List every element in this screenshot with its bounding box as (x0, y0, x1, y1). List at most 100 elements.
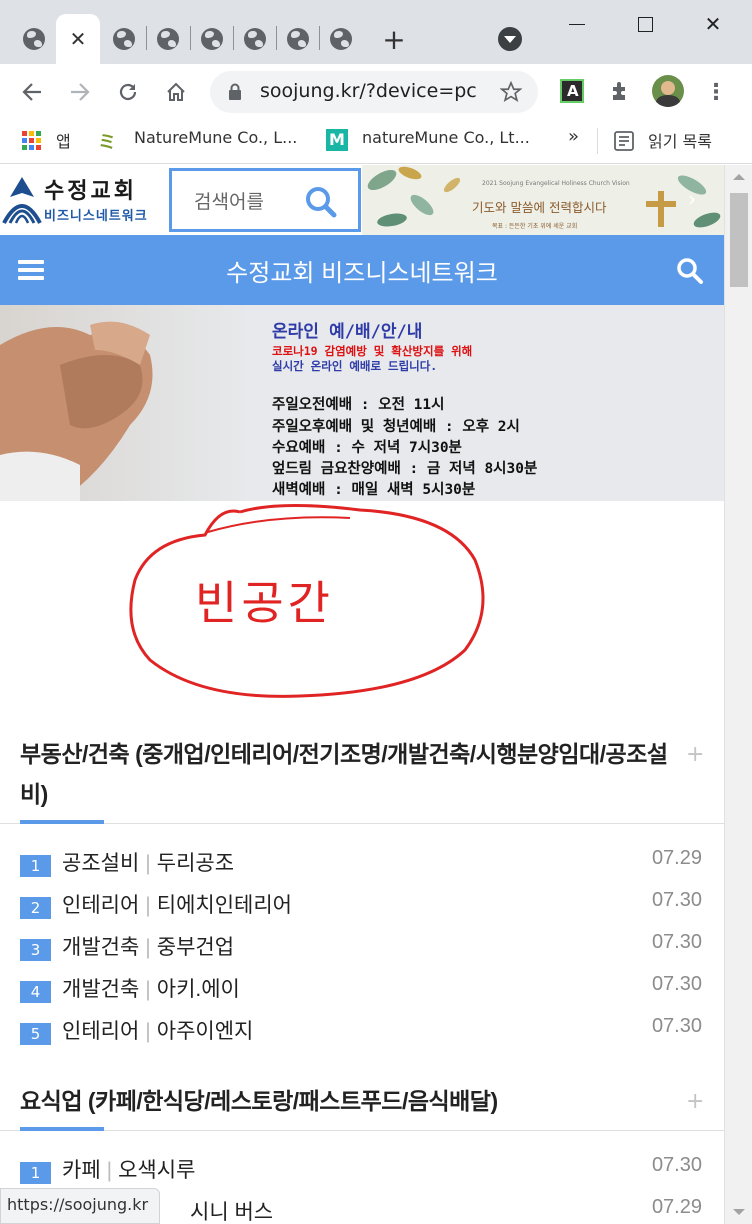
tab-search-button[interactable] (498, 27, 522, 51)
date: 07.30 (651, 889, 702, 911)
home-button[interactable] (160, 76, 192, 108)
category: 인테리어 (62, 1020, 140, 1043)
list-item-text[interactable]: 공조설비 | 두리공조 (62, 847, 234, 877)
list-item[interactable]: 1 공조설비 | 두리공조 07.29 (20, 845, 704, 881)
list-item[interactable]: 3 개발건축 | 중부건업 07.30 (20, 929, 704, 965)
chevron-down-icon (504, 36, 516, 43)
section-title[interactable]: 부동산/건축 (중개업/인테리어/전기조명/개발건축/시행분양임대/공조설비) (20, 734, 680, 814)
list-item-text[interactable]: 인테리어 | 아주이엔지 (62, 1015, 253, 1045)
date: 07.29 (651, 1196, 702, 1218)
bookmark-item[interactable]: NatureMune Co., L... (134, 128, 297, 147)
close-window-button[interactable]: ✕ (690, 8, 736, 40)
expand-plus-icon[interactable]: + (686, 1089, 704, 1114)
globe-icon (113, 28, 135, 50)
list-item-text[interactable]: 개발건축 | 중부건업 (62, 931, 234, 961)
category: 인테리어 (62, 894, 140, 917)
banner-sub: 목표 : 든든한 기초 위에 세운 교회 (492, 223, 578, 230)
worship-notice: 코로나19 감염예방 및 확산방지를 위해 (272, 344, 473, 358)
address-bar[interactable]: soojung.kr/?device=pc (210, 71, 538, 113)
business-name: 두리공조 (156, 852, 235, 875)
list-item-text[interactable]: 시니 버스 (190, 1196, 273, 1224)
bookmark-item[interactable]: natureMune Co., Lt... (362, 128, 530, 147)
profile-avatar[interactable] (652, 75, 684, 107)
menu-kebab-icon[interactable]: ⋮ (700, 76, 732, 108)
globe-icon (287, 28, 309, 50)
list-item[interactable]: 4 개발건축 | 아키.에이 07.30 (20, 971, 704, 1007)
m-logo-icon: M (326, 129, 348, 151)
rank-badge: 5 (20, 1023, 51, 1045)
search-input[interactable]: 검색어를 (194, 187, 294, 214)
category: 개발건축 (62, 936, 140, 959)
reload-button[interactable] (112, 76, 144, 108)
url-text[interactable]: soojung.kr/?device=pc (260, 80, 477, 102)
scroll-up-arrow-icon[interactable] (733, 174, 745, 180)
reading-list-icon (614, 131, 634, 151)
extension-icon[interactable]: A (560, 79, 584, 103)
worship-schedule-item: 엎드림 금요찬양예배 : 금 저녁 8시30분 (272, 461, 538, 477)
worship-schedule-item: 주일오후예배 및 청년예배 : 오후 2시 (272, 419, 520, 435)
tab[interactable] (190, 14, 234, 64)
annotation-text: 빈공간 (195, 576, 334, 630)
back-button[interactable] (16, 76, 48, 108)
worship-schedule-item: 수요예배 : 수 저녁 7시30분 (272, 440, 462, 456)
bookmarks-overflow-button[interactable]: » (568, 126, 579, 147)
new-tab-button[interactable]: + (372, 14, 416, 64)
worship-schedule-item: 새벽예배 : 매일 새벽 5시30분 (272, 482, 476, 498)
chevron-right-icon[interactable]: › (688, 187, 696, 211)
forward-button[interactable] (64, 76, 96, 108)
tab[interactable] (102, 14, 146, 64)
site-logo[interactable]: 수정교회 비즈니스네트워크 (0, 165, 165, 235)
list-item-text[interactable]: 개발건축 | 아키.에이 (62, 973, 240, 1003)
list-item-text[interactable]: 인테리어 | 티에치인테리어 (62, 889, 292, 919)
bookmarks-bar: 앱 ミ NatureMune Co., L... M natureMune Co… (0, 118, 752, 164)
star-icon[interactable] (500, 81, 522, 103)
close-tab-icon[interactable]: ✕ (70, 27, 87, 51)
business-name: 중부건업 (156, 936, 235, 959)
page-scrollbar[interactable] (724, 165, 752, 1224)
tab[interactable] (233, 14, 277, 64)
business-name: 아키.에이 (156, 978, 240, 1001)
vision-banner[interactable]: 2021 Soojung Evangelical Holiness Church… (362, 165, 724, 235)
list-item[interactable]: 5 인테리어 | 아주이엔지 07.30 (20, 1013, 704, 1049)
section-divider (0, 823, 724, 824)
rank-badge: 4 (20, 981, 51, 1003)
extensions-button[interactable] (604, 76, 636, 108)
reading-list-button[interactable]: 읽기 목록 (648, 128, 712, 152)
status-url-bar: https://soojung.kr (0, 1188, 160, 1224)
globe-icon (23, 28, 45, 50)
section-title[interactable]: 요식업 (카페/한식당/레스토랑/패스트푸드/음식배달) (20, 1081, 680, 1121)
search-icon[interactable] (305, 186, 337, 218)
list-item[interactable]: 2 인테리어 | 티에치인테리어 07.30 (20, 887, 704, 923)
business-name: 오색시루 (118, 1159, 196, 1182)
bookmark-apps[interactable]: 앱 (56, 128, 71, 152)
section-divider (0, 1130, 724, 1131)
tab[interactable] (12, 14, 56, 64)
worship-notice: 실시간 온라인 예배로 드립니다. (272, 359, 438, 373)
globe-icon (244, 28, 266, 50)
lock-icon[interactable] (228, 83, 242, 101)
rank-badge: 2 (20, 897, 51, 919)
tab[interactable] (146, 14, 190, 64)
search-icon[interactable] (676, 257, 704, 285)
scroll-down-arrow-icon[interactable] (733, 1209, 745, 1215)
category: 공조설비 (62, 852, 140, 875)
tab[interactable] (319, 14, 363, 64)
tab-active[interactable]: ✕ (56, 14, 100, 64)
worship-info-banner[interactable]: 온라인 예/배/안/내 코로나19 감염예방 및 확산방지를 위해 실시간 온라… (0, 305, 724, 501)
apps-grid-icon[interactable] (22, 131, 42, 151)
rank-badge: 1 (20, 1162, 51, 1184)
date: 07.30 (651, 1015, 702, 1037)
maximize-button[interactable] (622, 8, 668, 40)
worship-heading: 온라인 예/배/안/내 (272, 322, 423, 342)
scrollbar-thumb[interactable] (730, 193, 748, 287)
tab[interactable] (276, 14, 320, 64)
list-item[interactable]: 1 카페 | 오색시루 07.30 (20, 1152, 704, 1188)
web-page: 수정교회 비즈니스네트워크 검색어를 2021 Soojung Evangeli… (0, 165, 724, 1224)
expand-plus-icon[interactable]: + (686, 742, 704, 767)
date: 07.29 (651, 847, 702, 869)
nav-title[interactable]: 수정교회 비즈니스네트워크 (0, 253, 724, 288)
home-icon (167, 82, 185, 101)
minimize-button[interactable] (554, 8, 600, 40)
logo-subtitle: 비즈니스네트워크 (44, 209, 148, 224)
list-item-text[interactable]: 카페 | 오색시루 (62, 1154, 195, 1184)
